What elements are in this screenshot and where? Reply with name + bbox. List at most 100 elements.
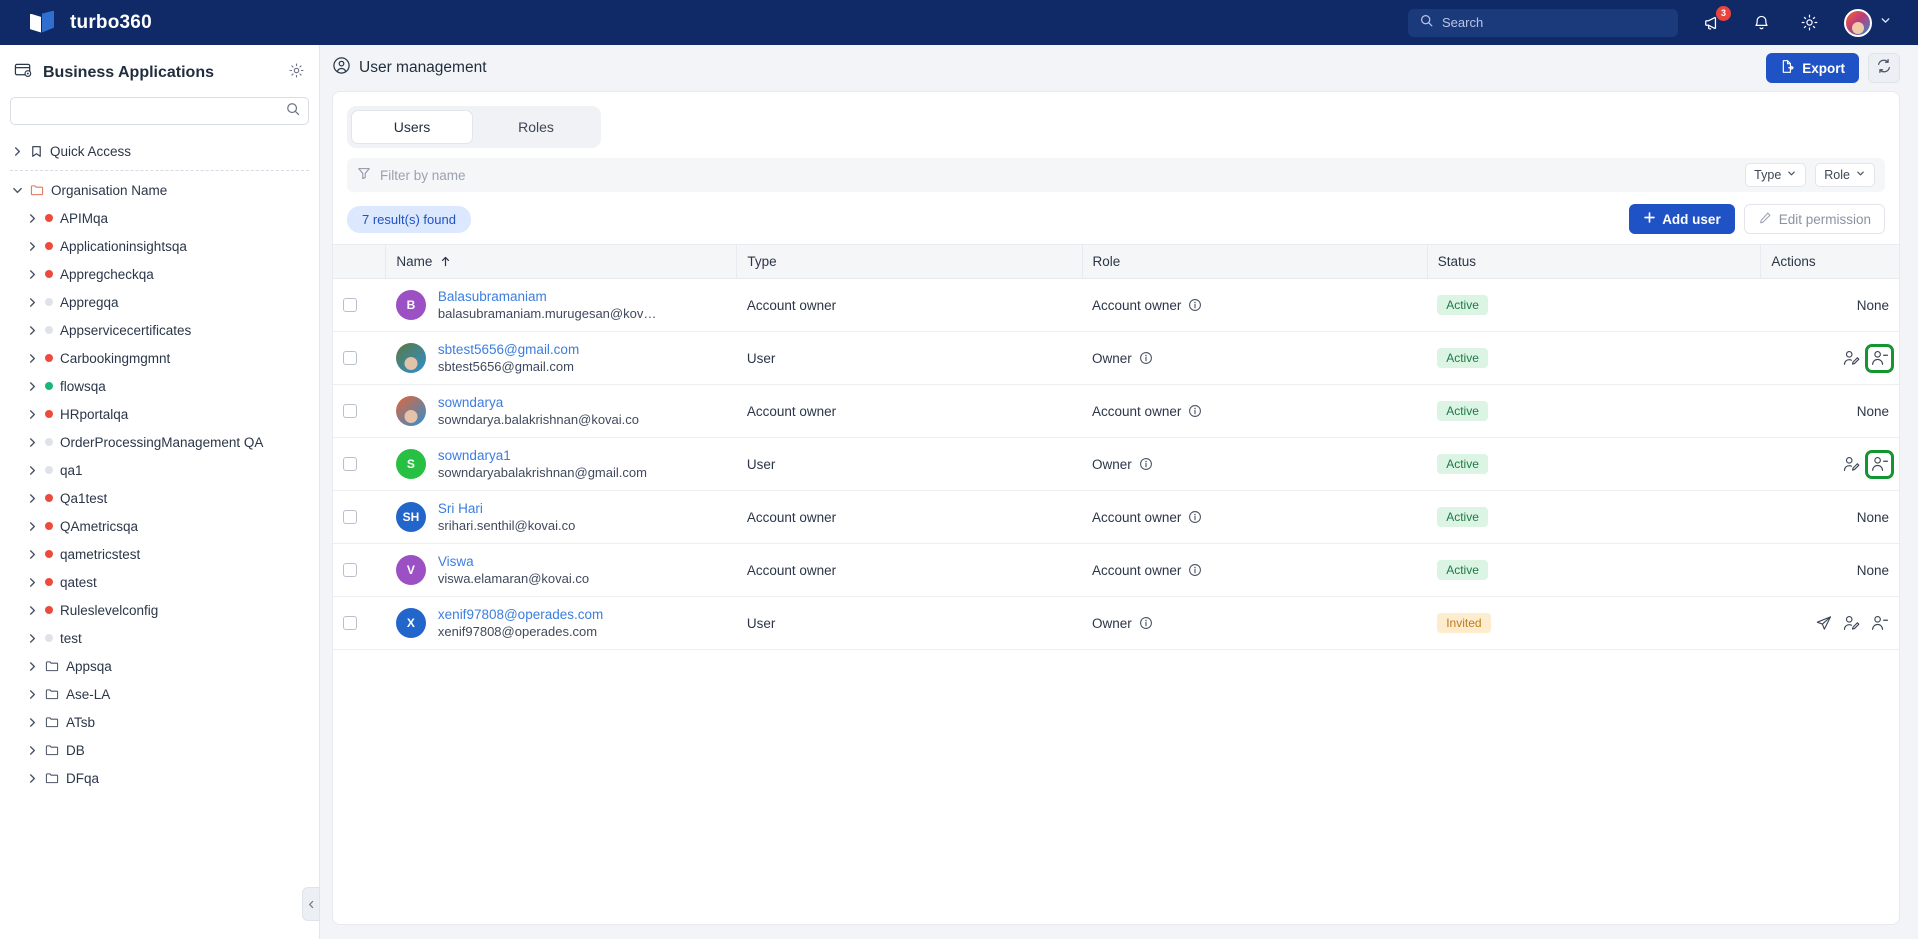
- edit-user-icon[interactable]: [1842, 349, 1861, 368]
- remove-user-icon[interactable]: [1865, 449, 1894, 479]
- tree-item-test[interactable]: test: [0, 624, 319, 652]
- brand-logo[interactable]: turbo360: [0, 10, 152, 36]
- info-icon[interactable]: [1188, 563, 1202, 577]
- export-button[interactable]: Export: [1766, 53, 1859, 83]
- chevron-right-icon[interactable]: [27, 493, 38, 504]
- table-row[interactable]: SH Sri Hari srihari.senthil@kovai.co Accoun…: [333, 490, 1899, 544]
- add-user-button[interactable]: Add user: [1629, 204, 1735, 234]
- chevron-right-icon[interactable]: [27, 297, 38, 308]
- tree-item-appservicecertificates[interactable]: Appservicecertificates: [0, 316, 319, 344]
- resend-invite-icon[interactable]: [1815, 614, 1833, 632]
- remove-user-icon[interactable]: [1870, 614, 1889, 633]
- chevron-right-icon[interactable]: [27, 241, 38, 252]
- tree-item-qametricstest[interactable]: qametricstest: [0, 540, 319, 568]
- tree-item-dfqa[interactable]: DFqa: [0, 764, 319, 792]
- sidebar-search-box[interactable]: [10, 97, 309, 125]
- tree-item-orderprocessingmanagement-qa[interactable]: OrderProcessingManagement QA: [0, 428, 319, 456]
- chevron-right-icon[interactable]: [27, 381, 38, 392]
- table-row[interactable]: sbtest5656@gmail.com sbtest5656@gmail.com…: [333, 331, 1899, 385]
- chevron-right-icon[interactable]: [27, 633, 38, 644]
- info-icon[interactable]: [1188, 510, 1202, 524]
- filter-by-name-input[interactable]: [380, 167, 1737, 183]
- application-tree[interactable]: Quick Access Organisation Name APIMqa Appli…: [0, 137, 319, 939]
- tree-item-db[interactable]: DB: [0, 736, 319, 764]
- info-icon[interactable]: [1188, 298, 1202, 312]
- user-name-link[interactable]: Viswa: [438, 553, 589, 570]
- type-filter-select[interactable]: Type: [1745, 163, 1807, 187]
- sidebar-search-input[interactable]: [19, 103, 286, 119]
- tree-item-appregcheckqa[interactable]: Appregcheckqa: [0, 260, 319, 288]
- row-checkbox[interactable]: [343, 563, 357, 577]
- chevron-right-icon[interactable]: [27, 661, 38, 672]
- table-row[interactable]: Ssowndarya1 sowndaryabalakrishnan@gmail.c…: [333, 437, 1899, 491]
- edit-user-icon[interactable]: [1842, 455, 1861, 474]
- info-icon[interactable]: [1139, 457, 1153, 471]
- tree-item-ase-la[interactable]: Ase-LA: [0, 680, 319, 708]
- chevron-right-icon[interactable]: [27, 717, 38, 728]
- edit-user-icon[interactable]: [1842, 614, 1861, 633]
- announcements-button[interactable]: 3: [1700, 5, 1731, 36]
- chevron-right-icon[interactable]: [27, 577, 38, 588]
- info-icon[interactable]: [1139, 616, 1153, 630]
- remove-user-icon[interactable]: [1865, 343, 1894, 373]
- table-row[interactable]: B Balasubramaniam balasubramaniam.murugesa…: [333, 278, 1899, 332]
- user-name-link[interactable]: xenif97808@operades.com: [438, 606, 603, 623]
- chevron-right-icon[interactable]: [27, 745, 38, 756]
- tree-item-carbookingmgmnt[interactable]: Carbookingmgmnt: [0, 344, 319, 372]
- sidebar-collapse-button[interactable]: [302, 887, 320, 921]
- user-name-link[interactable]: Balasubramaniam: [438, 288, 656, 305]
- row-checkbox[interactable]: [343, 351, 357, 365]
- settings-button[interactable]: [1796, 10, 1822, 36]
- tree-item-quick-access[interactable]: Quick Access: [0, 137, 319, 165]
- chevron-right-icon[interactable]: [27, 773, 38, 784]
- refresh-button[interactable]: [1868, 53, 1900, 83]
- info-icon[interactable]: [1188, 404, 1202, 418]
- row-checkbox[interactable]: [343, 457, 357, 471]
- user-name-link[interactable]: sbtest5656@gmail.com: [438, 341, 579, 358]
- row-checkbox[interactable]: [343, 510, 357, 524]
- chevron-right-icon[interactable]: [27, 521, 38, 532]
- chevron-right-icon[interactable]: [27, 605, 38, 616]
- table-row[interactable]: sowndarya sowndarya.balakrishnan@kovai.co…: [333, 384, 1899, 438]
- table-row[interactable]: Xxenif97808@operades.com xenif97808@opera…: [333, 596, 1899, 650]
- notifications-button[interactable]: [1748, 10, 1774, 36]
- role-filter-select[interactable]: Role: [1815, 163, 1875, 187]
- chevron-right-icon[interactable]: [27, 409, 38, 420]
- table-row[interactable]: V Viswa viswa.elamaran@kovai.co Account own…: [333, 543, 1899, 597]
- sidebar-settings-icon[interactable]: [288, 62, 305, 84]
- chevron-right-icon[interactable]: [12, 146, 23, 157]
- tree-item-flowsqa[interactable]: flowsqa: [0, 372, 319, 400]
- tree-item-applicationinsightsqa[interactable]: Applicationinsightsqa: [0, 232, 319, 260]
- user-name-link[interactable]: Sri Hari: [438, 500, 575, 517]
- tree-item-ruleslevelconfig[interactable]: Ruleslevelconfig: [0, 596, 319, 624]
- tree-item-qa1[interactable]: qa1: [0, 456, 319, 484]
- tree-item-hrportalqa[interactable]: HRportalqa: [0, 400, 319, 428]
- chevron-right-icon[interactable]: [27, 465, 38, 476]
- chevron-right-icon[interactable]: [27, 437, 38, 448]
- user-avatar-menu[interactable]: [1844, 8, 1892, 37]
- sort-ascending-icon[interactable]: [439, 255, 452, 268]
- chevron-right-icon[interactable]: [27, 213, 38, 224]
- row-checkbox[interactable]: [343, 298, 357, 312]
- tree-item-appsqa[interactable]: Appsqa: [0, 652, 319, 680]
- chevron-right-icon[interactable]: [27, 269, 38, 280]
- info-icon[interactable]: [1139, 351, 1153, 365]
- user-name-link[interactable]: sowndarya: [438, 394, 639, 411]
- tab-users[interactable]: Users: [351, 110, 473, 144]
- tree-item-organisation-name[interactable]: Organisation Name: [0, 176, 319, 204]
- tree-item-atsb[interactable]: ATsb: [0, 708, 319, 736]
- global-search-input[interactable]: Search: [1408, 8, 1678, 37]
- chevron-right-icon[interactable]: [27, 325, 38, 336]
- tab-roles[interactable]: Roles: [475, 110, 597, 144]
- tree-item-qatest[interactable]: qatest: [0, 568, 319, 596]
- row-checkbox[interactable]: [343, 404, 357, 418]
- edit-permission-button[interactable]: Edit permission: [1743, 204, 1885, 234]
- row-checkbox[interactable]: [343, 616, 357, 630]
- chevron-down-icon[interactable]: [12, 185, 23, 196]
- chevron-right-icon[interactable]: [27, 549, 38, 560]
- chevron-right-icon[interactable]: [27, 689, 38, 700]
- tree-item-qametricsqa[interactable]: QAmetricsqa: [0, 512, 319, 540]
- user-name-link[interactable]: sowndarya1: [438, 447, 647, 464]
- tree-item-apimqa[interactable]: APIMqa: [0, 204, 319, 232]
- tree-item-qa1test[interactable]: Qa1test: [0, 484, 319, 512]
